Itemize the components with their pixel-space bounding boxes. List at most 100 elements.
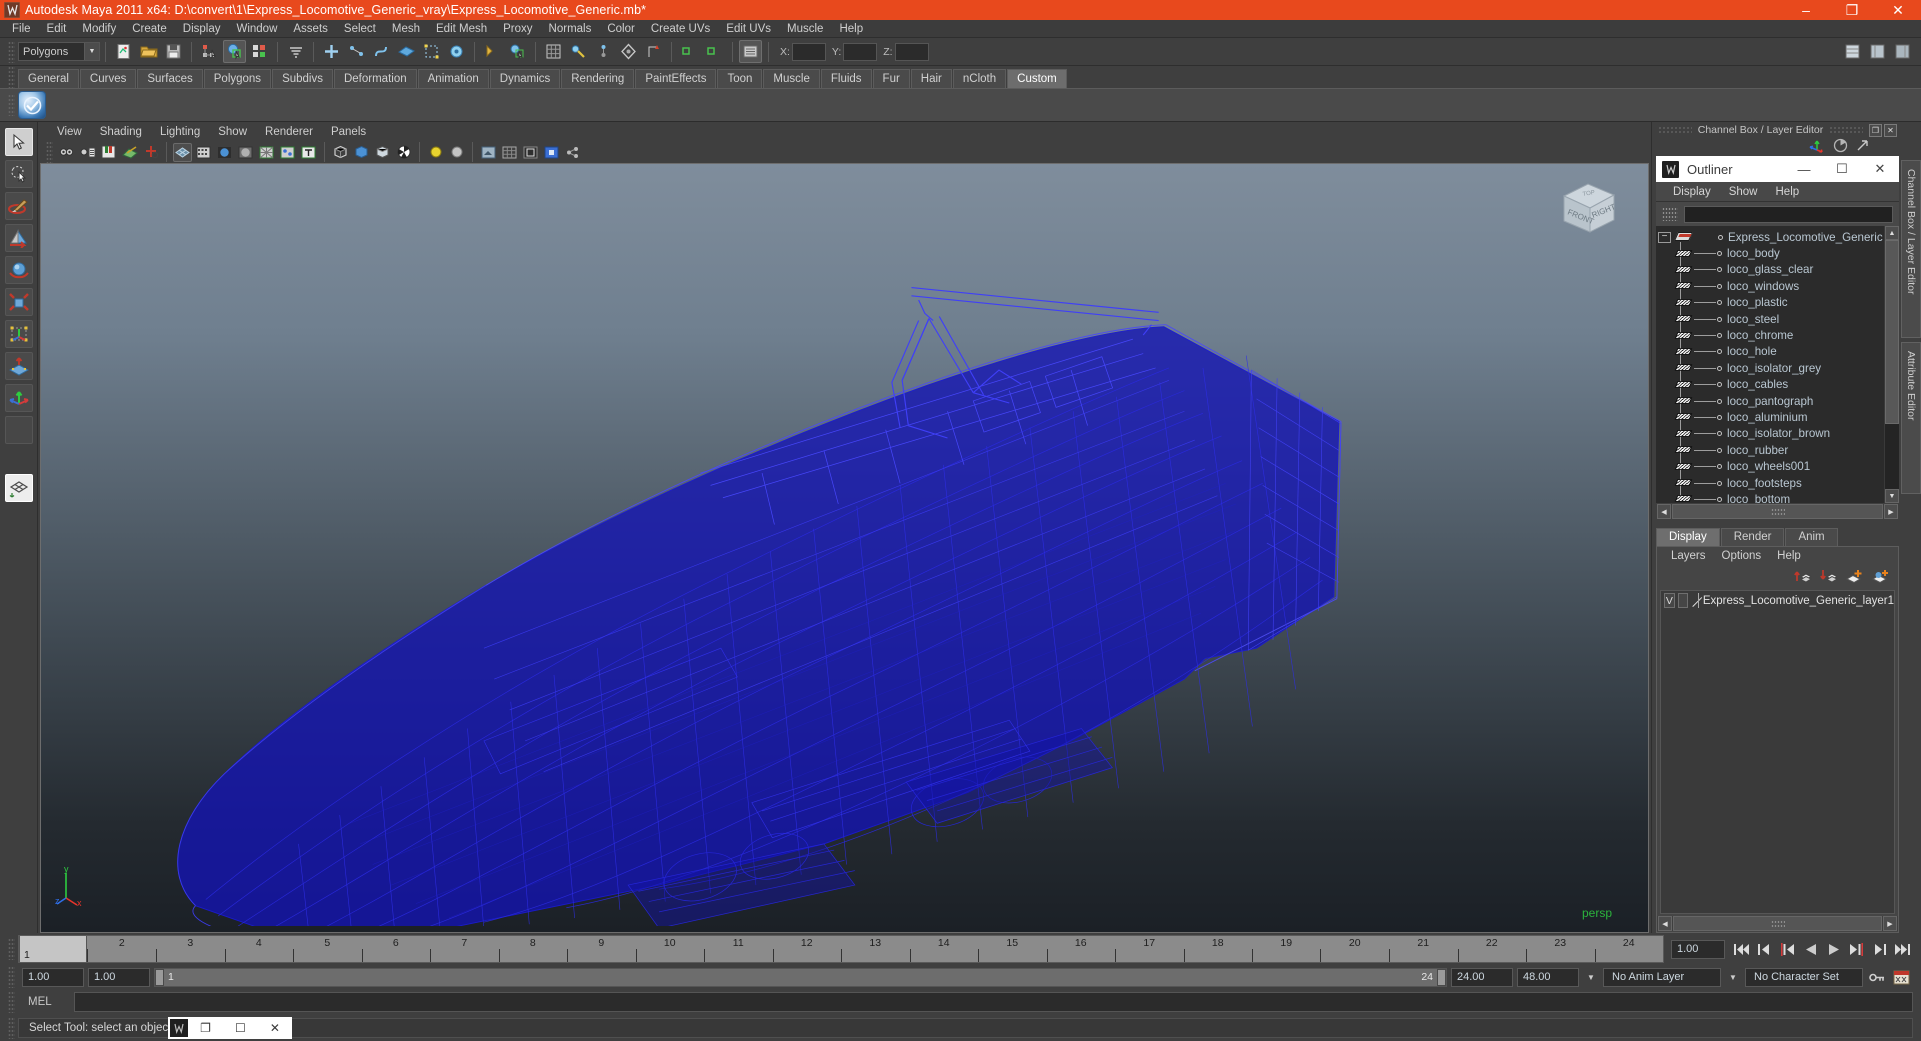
save-scene-button[interactable]: [162, 40, 185, 63]
menu-item-create[interactable]: Create: [124, 20, 175, 38]
layer-row[interactable]: V Express_Locomotive_Generic_layer1: [1661, 591, 1894, 610]
texture-display-icon[interactable]: [278, 143, 297, 162]
image-plane-icon[interactable]: [120, 143, 139, 162]
batch-render-button[interactable]: [642, 40, 665, 63]
x-axis-field[interactable]: [791, 42, 826, 61]
character-set-selector[interactable]: No Character Set: [1745, 967, 1863, 987]
layer-h-thumb[interactable]: [1673, 916, 1882, 931]
outliner-horizontal-scrollbar[interactable]: ◀ ▶: [1656, 503, 1899, 520]
open-render-view-button[interactable]: [481, 40, 504, 63]
menu-item-assets[interactable]: Assets: [285, 20, 336, 38]
animation-end-field[interactable]: 48.00: [1517, 967, 1579, 987]
outliner-item[interactable]: loco_pantograph: [1656, 393, 1884, 409]
minimize-button[interactable]: –: [1783, 0, 1829, 20]
render-globals-button[interactable]: [567, 40, 590, 63]
layer-menu-help[interactable]: Help: [1769, 547, 1809, 566]
lasso-select-tool[interactable]: [4, 160, 33, 188]
layer-horizontal-scrollbar[interactable]: ◀ ▶: [1657, 916, 1898, 931]
outliner-item[interactable]: loco_glass_clear: [1656, 262, 1884, 278]
go-to-end-icon[interactable]: [1892, 939, 1913, 959]
snap-to-view-plane-button[interactable]: [420, 40, 443, 63]
outliner-item[interactable]: loco_bottom: [1656, 491, 1884, 503]
manipulator-icon[interactable]: [1809, 138, 1826, 156]
default-quality-icon[interactable]: [352, 143, 371, 162]
popup-close-button[interactable]: ✕: [258, 1017, 292, 1039]
rotate-tool[interactable]: [4, 256, 33, 284]
current-time-field[interactable]: 1.00: [1671, 939, 1725, 959]
outliner-close-button[interactable]: ✕: [1861, 156, 1899, 182]
time-slider-grip[interactable]: [8, 938, 15, 960]
show-tool-settings-button[interactable]: [1891, 40, 1914, 63]
outliner-item[interactable]: loco_hole: [1656, 344, 1884, 360]
shelf-tab-dynamics[interactable]: Dynamics: [489, 69, 561, 88]
snap-to-curve-button[interactable]: [345, 40, 368, 63]
wireframe-shading-icon[interactable]: [173, 142, 192, 162]
empty-tool-slot[interactable]: [4, 416, 33, 444]
popup-restore-button[interactable]: ❐: [188, 1017, 223, 1039]
hypershade-button[interactable]: [592, 40, 615, 63]
collapse-icon[interactable]: −: [1658, 231, 1671, 243]
z-axis-field[interactable]: [894, 42, 929, 61]
move-layer-down-icon[interactable]: [1819, 568, 1839, 586]
shelf-tab-deformation[interactable]: Deformation: [333, 69, 417, 88]
construction-history-button[interactable]: [739, 40, 762, 63]
shelf-grip[interactable]: [8, 66, 15, 88]
shelf-tab-animation[interactable]: Animation: [417, 69, 489, 88]
shelf-tab-fluids[interactable]: Fluids: [820, 69, 872, 88]
blue-sphere-shelf-icon[interactable]: [18, 91, 46, 119]
scrollbar-thumb[interactable]: [1885, 240, 1899, 425]
viewport-menu-renderer[interactable]: Renderer: [256, 124, 322, 141]
layer-list[interactable]: V Express_Locomotive_Generic_layer1: [1660, 590, 1895, 914]
range-left-handle[interactable]: [155, 968, 164, 986]
menu-item-file[interactable]: File: [4, 20, 39, 38]
chevron-down-icon[interactable]: ▼: [1583, 968, 1599, 987]
outliner-menu-show[interactable]: Show: [1720, 182, 1767, 202]
ipr-render-button[interactable]: [542, 40, 565, 63]
range-right-handle[interactable]: [1437, 968, 1446, 986]
exposure-icon[interactable]: [141, 143, 160, 162]
grid-toggle-icon[interactable]: [500, 143, 519, 162]
select-by-object-type-button[interactable]: [223, 40, 246, 63]
layer-menu-layers[interactable]: Layers: [1663, 547, 1714, 566]
animation-start-field[interactable]: 1.00: [22, 967, 84, 987]
outliner-maximize-button[interactable]: ☐: [1823, 156, 1861, 182]
share-icon[interactable]: [563, 143, 582, 162]
outliner-item[interactable]: loco_body: [1656, 245, 1884, 261]
tab-attribute-editor[interactable]: Attribute Editor: [1901, 342, 1921, 494]
shelf-tab-subdivs[interactable]: Subdivs: [272, 69, 333, 88]
layer-color-swatch[interactable]: [1692, 593, 1700, 608]
scale-tool[interactable]: [4, 288, 33, 316]
shelf-tab-ncloth[interactable]: nCloth: [952, 69, 1007, 88]
h-scrollbar-thumb[interactable]: [1672, 504, 1883, 519]
menu-item-select[interactable]: Select: [336, 20, 384, 38]
auto-key-icon[interactable]: [1867, 967, 1887, 987]
menu-item-mesh[interactable]: Mesh: [384, 20, 428, 38]
shelf-tab-muscle[interactable]: Muscle: [763, 69, 820, 88]
make-live-button[interactable]: [445, 40, 468, 63]
layer-tab-render[interactable]: Render: [1720, 528, 1785, 546]
menu-item-edit[interactable]: Edit: [39, 20, 75, 38]
outliner-item[interactable]: loco_wheels001: [1656, 458, 1884, 474]
menu-item-normals[interactable]: Normals: [541, 20, 600, 38]
viewport-menu-lighting[interactable]: Lighting: [151, 124, 209, 141]
select-tool[interactable]: [4, 128, 33, 156]
move-layer-up-icon[interactable]: [1793, 568, 1813, 586]
snap-to-plane-button[interactable]: [395, 40, 418, 63]
range-slider-grip[interactable]: [8, 966, 15, 988]
mel-command-input[interactable]: [74, 992, 1913, 1012]
shelf-tab-general[interactable]: General: [18, 69, 79, 88]
flat-shade-icon[interactable]: [236, 143, 255, 162]
viewport-menu-shading[interactable]: Shading: [91, 124, 151, 141]
film-gate-icon[interactable]: [521, 143, 540, 162]
viewport-toolbar-grip[interactable]: [46, 141, 53, 163]
step-forward-frame-icon[interactable]: [1846, 939, 1867, 959]
viewport-menu-panels[interactable]: Panels: [322, 124, 375, 141]
shelf-tab-hair[interactable]: Hair: [910, 69, 952, 88]
range-slider[interactable]: 1 24: [154, 967, 1447, 987]
viewport20-icon[interactable]: [394, 143, 413, 162]
menu-item-edit-mesh[interactable]: Edit Mesh: [428, 20, 495, 38]
high-quality-icon[interactable]: [373, 143, 392, 162]
new-layer-icon[interactable]: [1845, 568, 1864, 586]
viewport-menu-view[interactable]: View: [48, 124, 91, 141]
soft-modification-tool[interactable]: [4, 352, 33, 380]
